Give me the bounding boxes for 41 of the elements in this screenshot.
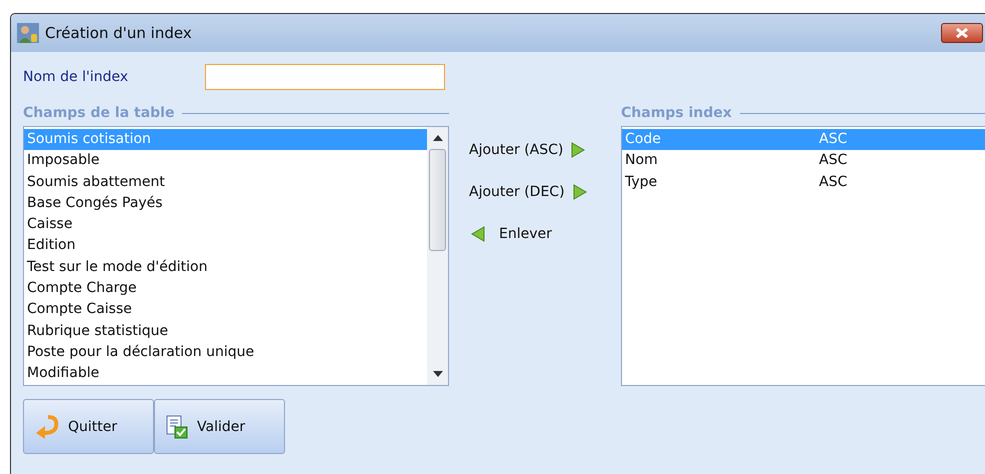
list-item[interactable]: Poste pour la déclaration unique: [24, 342, 427, 364]
field-name: Type: [625, 172, 658, 192]
close-button[interactable]: [941, 23, 983, 43]
section-heading: Champs de la table: [23, 105, 174, 121]
list-item[interactable]: Compte Charge: [24, 278, 427, 300]
list-item[interactable]: Compte Caisse: [24, 299, 427, 321]
field-label: Nom de l'index: [23, 69, 130, 85]
index-name-input[interactable]: [205, 64, 445, 90]
sort-order: ASC: [819, 172, 848, 192]
field-name: Code: [625, 130, 662, 149]
remove-button[interactable]: Enlever: [469, 216, 552, 251]
document-check-icon: [165, 414, 189, 438]
list-item[interactable]: Nom ASC: [622, 150, 985, 172]
sort-order: ASC: [819, 130, 848, 149]
right-arrow-icon: [571, 142, 586, 158]
person-coins-icon: [17, 22, 39, 44]
window-title: Création d'un index: [45, 24, 193, 42]
scroll-up-icon[interactable]: [432, 135, 442, 141]
left-arrow-icon: [471, 226, 485, 242]
close-icon: [955, 28, 969, 38]
section-heading: Champs index: [621, 105, 732, 121]
right-arrow-icon: [572, 184, 587, 200]
list-item[interactable]: Imposable: [24, 150, 427, 172]
list-item[interactable]: Base Congés Payés: [24, 192, 427, 214]
add-button[interactable]: Ajouter (ASC): [469, 132, 586, 167]
list-item[interactable]: Modifiable: [24, 363, 427, 385]
list-item[interactable]: Edition: [24, 235, 427, 257]
scrollbar[interactable]: [427, 127, 448, 385]
list-item[interactable]: Caisse: [24, 214, 427, 236]
field-name: Nom: [625, 151, 659, 170]
list-item[interactable]: Soumis abattement: [24, 172, 427, 193]
validate-button[interactable]: Valider: [154, 399, 285, 454]
sort-order: ASC: [819, 151, 848, 170]
scroll-down-icon[interactable]: [432, 371, 442, 377]
list-item[interactable]: Rubrique statistique: [24, 320, 427, 342]
scrollbar-thumb[interactable]: [429, 149, 446, 251]
list-item[interactable]: Test sur le mode d'édition: [24, 256, 427, 278]
return-arrow-icon: [34, 414, 60, 438]
list-item[interactable]: Type ASC: [622, 172, 985, 193]
add-button[interactable]: Ajouter (DEC): [469, 174, 587, 209]
quit-button[interactable]: Quitter: [23, 399, 154, 454]
